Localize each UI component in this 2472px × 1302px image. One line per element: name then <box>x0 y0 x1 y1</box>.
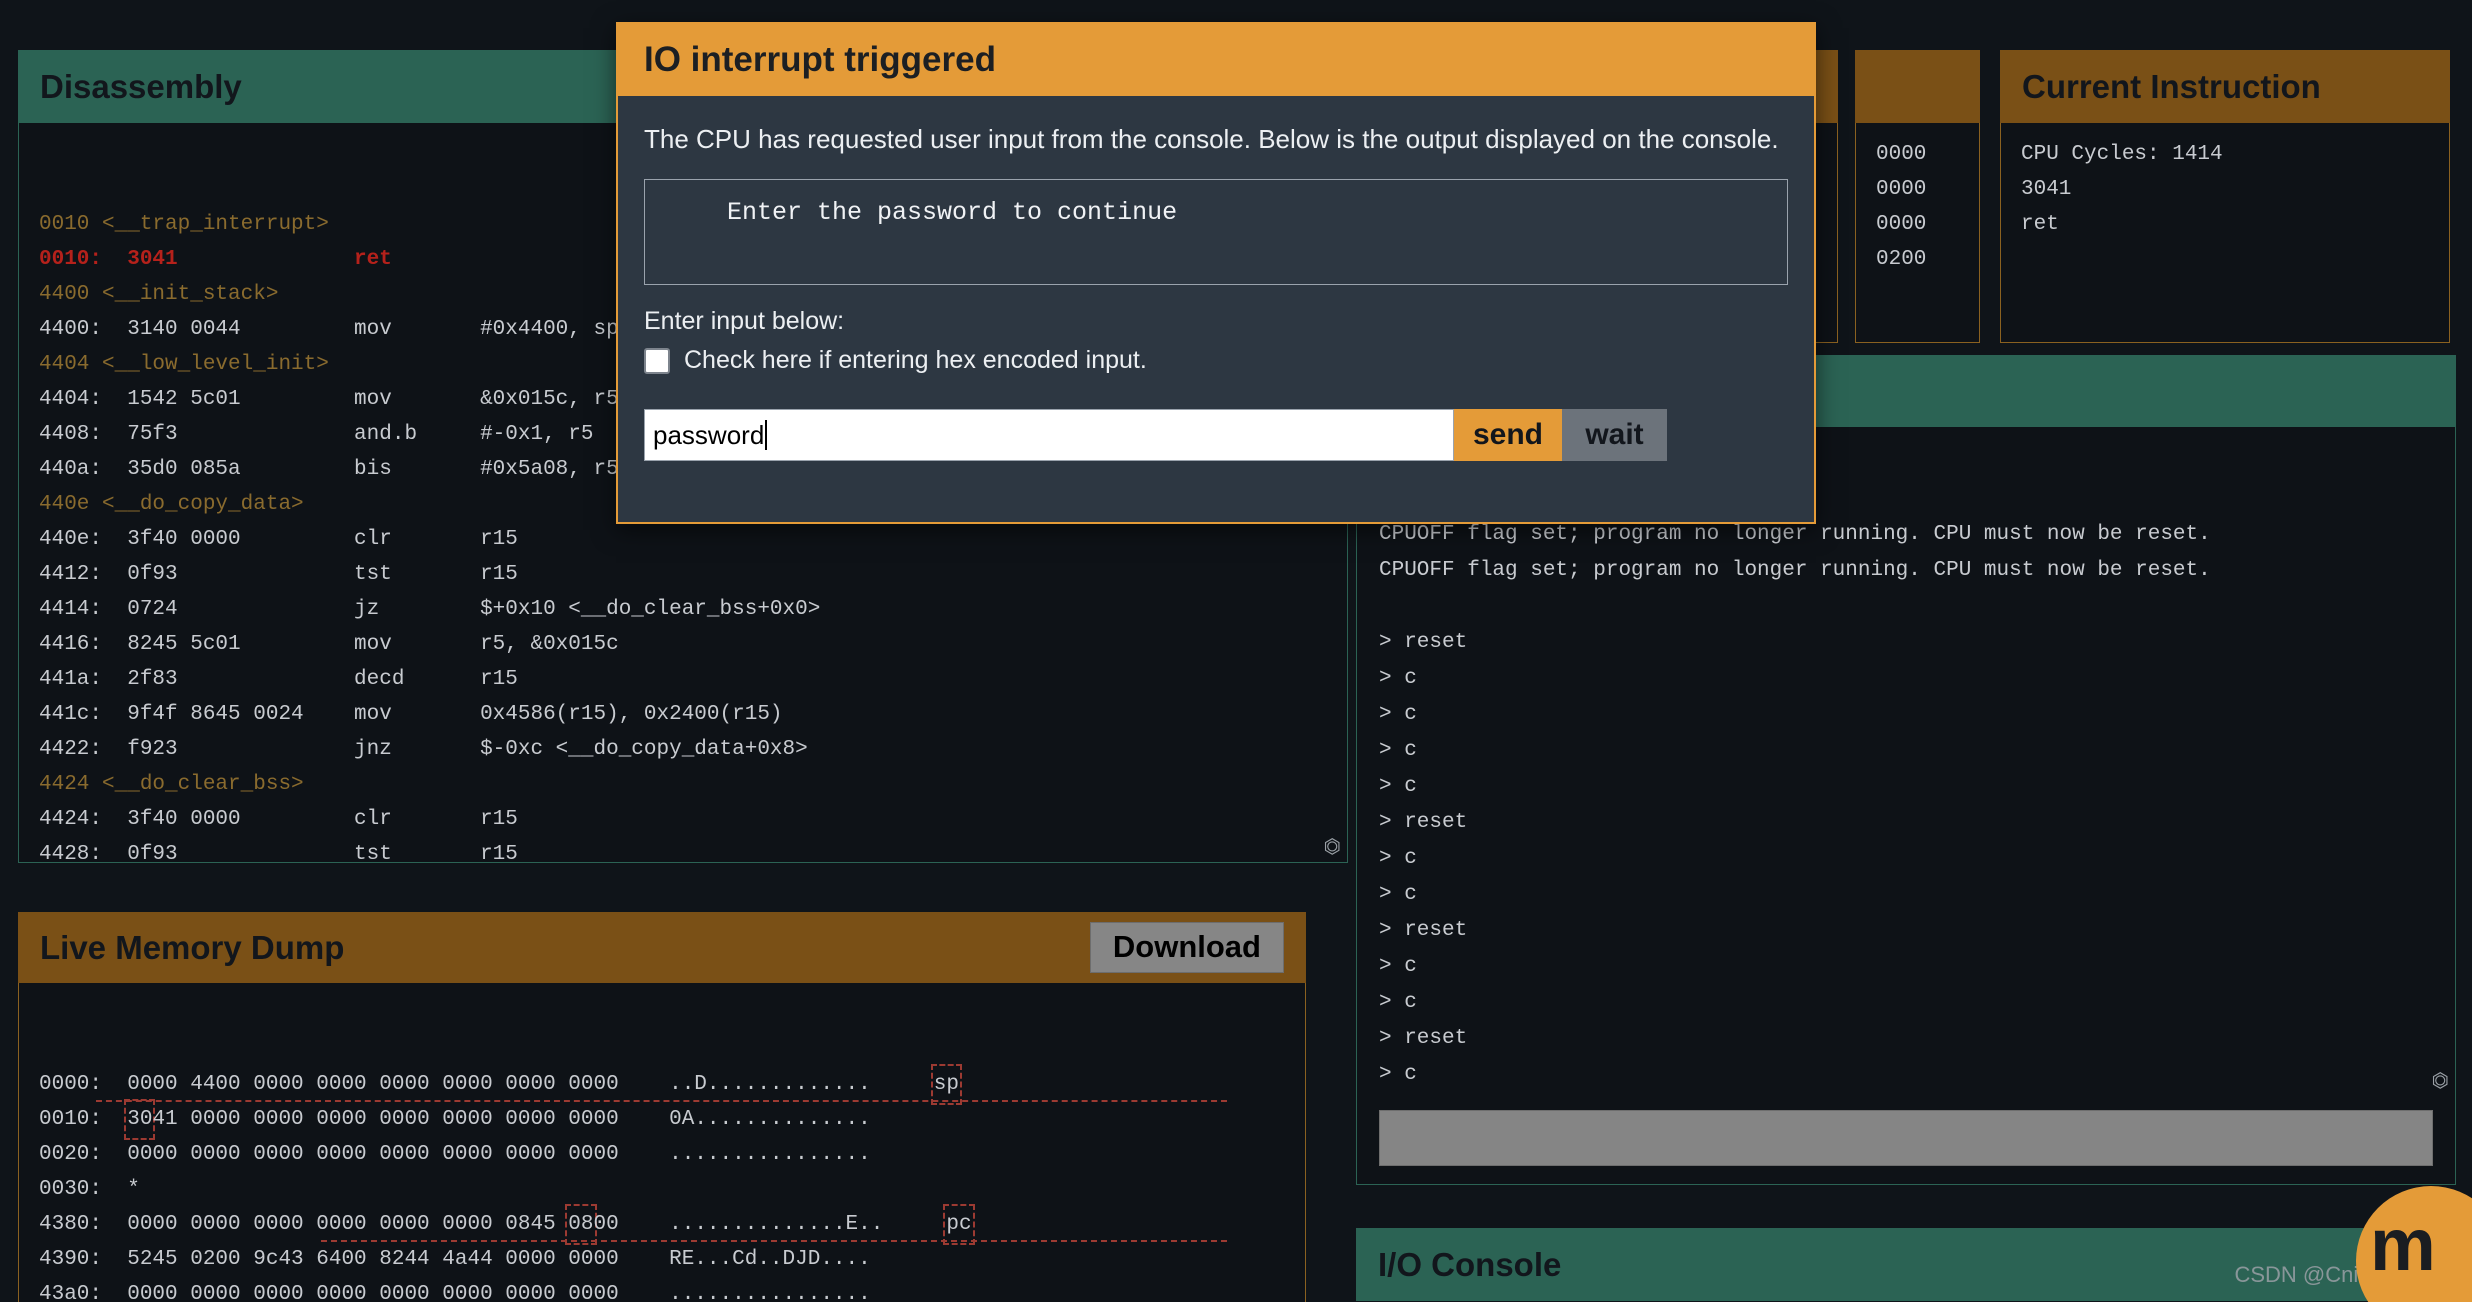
wait-button[interactable]: wait <box>1562 409 1667 462</box>
console-input[interactable] <box>1379 1110 2433 1166</box>
memory-dump-row: 4380: 0000 0000 0000 0000 0000 0000 0845… <box>39 1203 1285 1245</box>
cpu-cycles-text: CPU Cycles: 1414 <box>2021 143 2223 167</box>
current-instruction-panel: Current Instruction CPU Cycles: 1414 304… <box>2000 50 2450 344</box>
send-button[interactable]: send <box>1454 409 1562 462</box>
brand-logo: m <box>2356 1186 2472 1302</box>
register-value: 0000 <box>1876 143 1927 167</box>
resize-grip-icon[interactable]: ⏣ <box>1323 839 1341 859</box>
memory-highlight-cell: 08 <box>565 1203 597 1245</box>
disassembly-row: 4424: 3f40 0000 clr r15 <box>39 808 518 832</box>
current-instruction-title: Current Instruction <box>2022 68 2321 105</box>
memory-highlight-cell: 30 <box>124 1098 156 1140</box>
console-line: > c <box>1379 703 1417 726</box>
dialog-description: The CPU has requested user input from th… <box>644 124 1779 154</box>
console-line: > c <box>1379 955 1417 978</box>
memory-dump-rows: 0000: 0000 4400 0000 0000 0000 0000 0000… <box>39 1063 1285 1302</box>
console-output-lines: CPUOFF flag set; program no longer runni… <box>1379 517 2433 1107</box>
console-line: > c <box>1379 991 1417 1014</box>
dialog-title: IO interrupt triggered <box>618 24 1814 96</box>
app-root: Disassembly 0010 <__trap_interrupt> 0010:… <box>0 0 2472 1302</box>
disassembly-row: 4414: 0724 jz $+0x10 <__do_clear_bss+0x0… <box>39 598 821 622</box>
hex-encoded-checkbox-label: Check here if entering hex encoded input… <box>684 346 1147 375</box>
dialog-text-input-value: password <box>653 419 765 450</box>
disassembly-row: 440e: 3f40 0000 clr r15 <box>39 528 518 552</box>
disassembly-row: 4412: 0f93 tst r15 <box>39 563 518 587</box>
disassembly-label: 4424 <__do_clear_bss> <box>39 773 304 797</box>
dialog-body: The CPU has requested user input from th… <box>618 96 1814 462</box>
console-line: > c <box>1379 847 1417 870</box>
console-line: > reset <box>1379 631 1468 654</box>
current-instruction-body: CPU Cycles: 1414 3041 ret <box>2000 123 2450 344</box>
dialog-console-output-text: Enter the password to continue <box>727 198 1178 228</box>
console-line: > reset <box>1379 1027 1468 1050</box>
console-line: > c <box>1379 739 1417 762</box>
memory-dump-row: 43a0: 0000 0000 0000 0000 0000 0000 0000… <box>39 1282 871 1302</box>
registers-panel-partial-b: 0000 0000 0000 0200 <box>1855 50 1980 344</box>
current-opcode-text: 3041 <box>2021 178 2072 202</box>
download-button[interactable]: Download <box>1089 922 1284 973</box>
hex-checkbox-row[interactable]: Check here if entering hex encoded input… <box>644 346 1788 375</box>
memory-dump-panel: Live Memory Dump Download 0000: 0000 440… <box>18 912 1306 1302</box>
memory-pointer-tag: sp <box>930 1063 962 1105</box>
current-mnemonic-text: ret <box>2021 213 2059 237</box>
dialog-text-input[interactable]: password <box>644 409 1454 462</box>
memory-dump-row: 0020: 0000 0000 0000 0000 0000 0000 0000… <box>39 1142 871 1166</box>
disassembly-row: 4416: 8245 5c01 mov r5, &0x015c <box>39 633 619 657</box>
register-value: 0000 <box>1876 213 1927 237</box>
memory-dump-header: Live Memory Dump Download <box>18 912 1306 983</box>
memory-dump-row: 4390: 5245 0200 9c43 6400 8244 4a44 0000… <box>39 1247 871 1271</box>
console-line: > c <box>1379 775 1417 798</box>
io-console-title: I/O Console <box>1378 1246 1562 1283</box>
console-line: > c <box>1379 883 1417 906</box>
memory-dump-row: 0000: 0000 4400 0000 0000 0000 0000 0000… <box>39 1063 1285 1105</box>
dialog-console-output-box: Enter the password to continue <box>644 179 1788 286</box>
console-line: > reset <box>1379 811 1468 834</box>
current-instruction-header: Current Instruction <box>2000 50 2450 124</box>
register-value: 0000 <box>1876 178 1927 202</box>
memory-dump-body[interactable]: 0000: 0000 4400 0000 0000 0000 0000 0000… <box>18 982 1306 1302</box>
memory-dump-row: 0010: 3041 0000 0000 0000 0000 0000 0000… <box>39 1098 1285 1140</box>
dialog-input-label: Enter input below: <box>644 307 845 336</box>
disassembly-row: 441c: 9f4f 8645 0024 mov 0x4586(r15), 0x… <box>39 703 783 727</box>
registers-header-b <box>1855 50 1980 124</box>
disassembly-row: 4422: f923 jnz $-0xc <__do_copy_data+0x8… <box>39 738 808 762</box>
hex-encoded-checkbox[interactable] <box>644 347 670 374</box>
io-interrupt-dialog: IO interrupt triggered The CPU has reque… <box>616 22 1816 524</box>
dialog-input-row: password send wait <box>644 409 1788 462</box>
console-line: > c <box>1379 667 1417 690</box>
console-line: > reset <box>1379 919 1468 942</box>
console-line: > c <box>1379 1063 1417 1086</box>
register-value: 0200 <box>1876 248 1927 272</box>
memory-pointer-tag: pc <box>943 1203 975 1245</box>
registers-body-b: 0000 0000 0000 0200 <box>1855 123 1980 344</box>
memory-dump-title: Live Memory Dump <box>40 928 345 966</box>
disassembly-row: 4428: 0f93 tst r15 <box>39 843 518 864</box>
console-resize-grip-icon[interactable]: ⏣ <box>2431 1073 2449 1093</box>
text-caret <box>765 420 768 451</box>
memory-dump-row: 0030: * <box>39 1177 140 1201</box>
registers-values-b: 0000 0000 0000 0200 <box>1876 137 1959 277</box>
console-body[interactable]: CPUOFF flag set; program no longer runni… <box>1356 427 2456 1185</box>
disassembly-row: 441a: 2f83 decd r15 <box>39 668 518 692</box>
disassembly-title: Disassembly <box>40 68 242 105</box>
console-line: CPUOFF flag set; program no longer runni… <box>1379 559 2211 582</box>
